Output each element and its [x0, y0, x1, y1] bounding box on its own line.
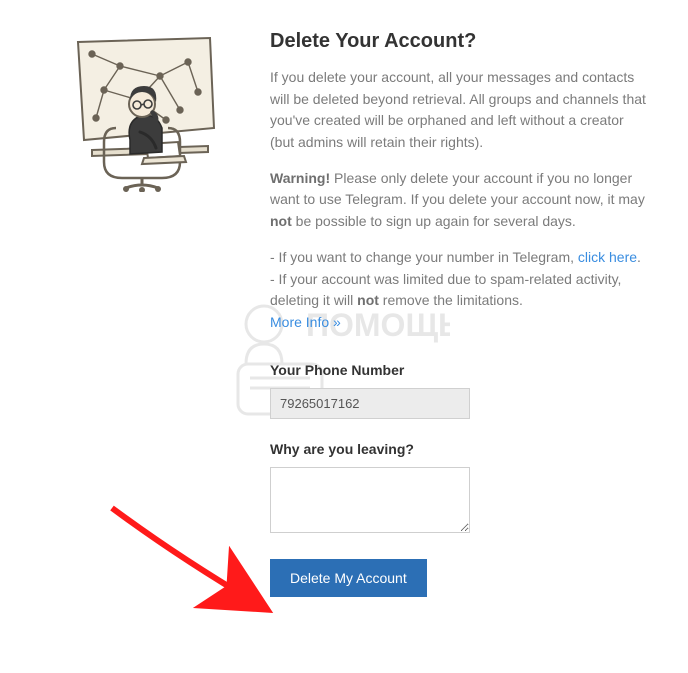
- reason-label: Why are you leaving?: [270, 441, 648, 457]
- page-title: Delete Your Account?: [270, 30, 648, 53]
- illustration: [60, 30, 230, 597]
- warning-label: Warning!: [270, 170, 330, 186]
- intro-paragraph: If you delete your account, all your mes…: [270, 67, 648, 154]
- phone-label: Your Phone Number: [270, 362, 648, 378]
- reason-textarea[interactable]: [270, 467, 470, 533]
- warning-paragraph: Warning! Please only delete your account…: [270, 168, 648, 233]
- more-info-link[interactable]: More Info »: [270, 314, 341, 330]
- delete-account-button[interactable]: Delete My Account: [270, 559, 427, 597]
- phone-input[interactable]: [270, 388, 470, 419]
- warning-not: not: [270, 213, 292, 229]
- change-number-link[interactable]: click here: [578, 249, 637, 265]
- hint-change-number: - If you want to change your number in T…: [270, 247, 648, 334]
